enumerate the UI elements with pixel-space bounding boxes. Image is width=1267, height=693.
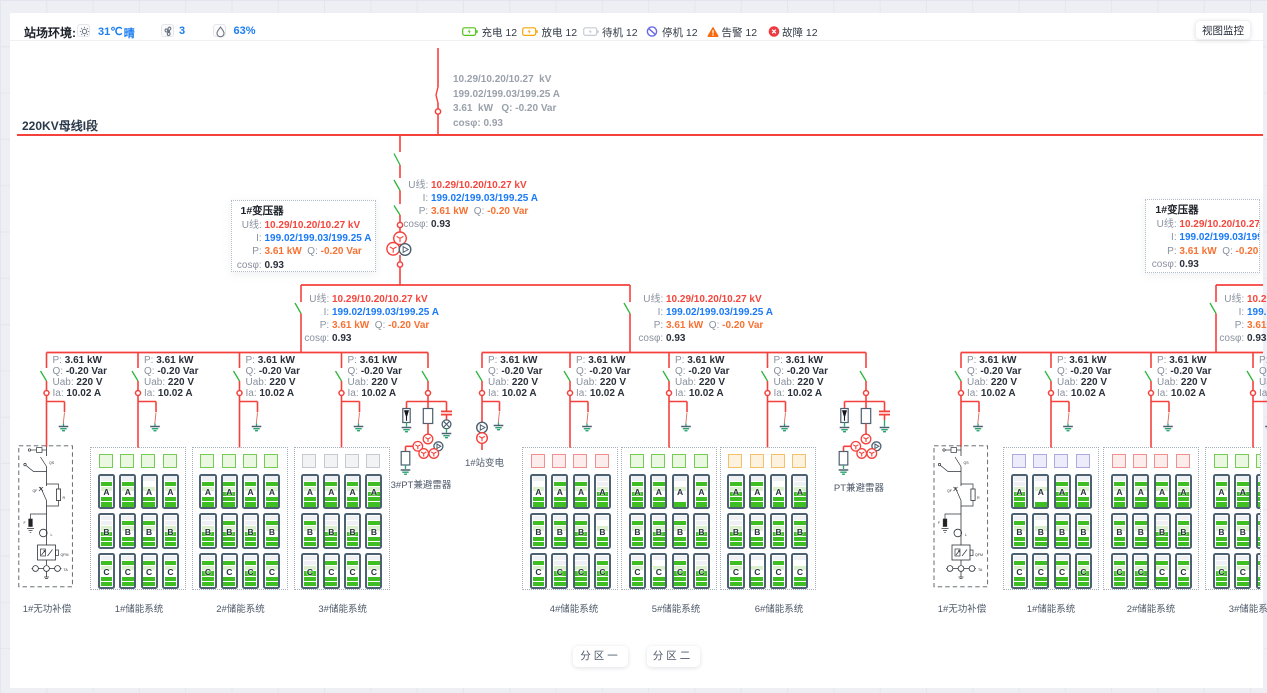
svg-text:F: F (24, 521, 27, 525)
svg-text:L: L (965, 533, 967, 537)
svg-text:TA: TA (978, 568, 983, 572)
svg-text:QS: QS (964, 461, 970, 465)
svg-text:F: F (938, 521, 941, 525)
svg-text:R: R (977, 496, 980, 500)
svg-text:TA: TA (64, 568, 69, 572)
svg-text:QFM: QFM (61, 553, 69, 557)
svg-text:R: R (63, 496, 66, 500)
svg-text:L: L (51, 533, 53, 537)
svg-text:QF: QF (947, 489, 953, 493)
svg-text:QF: QF (33, 489, 39, 493)
svg-text:QFM: QFM (975, 553, 983, 557)
svg-text:QS: QS (49, 461, 55, 465)
